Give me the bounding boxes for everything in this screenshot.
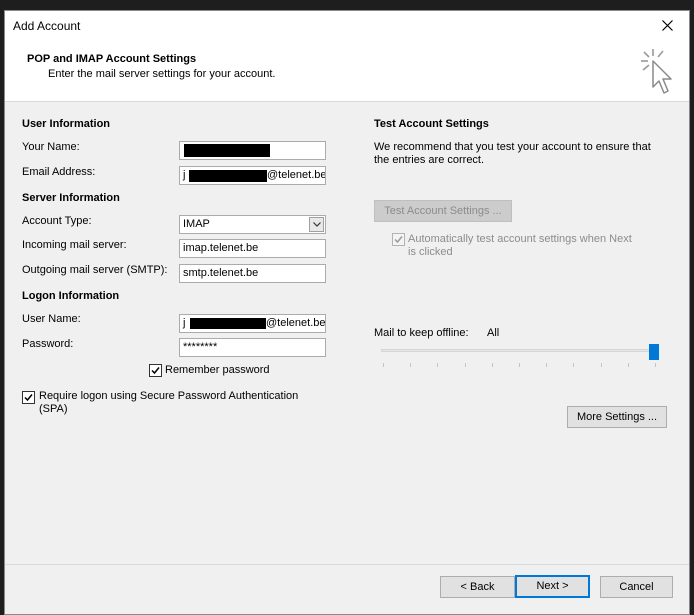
- email-address-label: Email Address:: [22, 166, 96, 178]
- close-button[interactable]: [645, 11, 689, 41]
- slider-tick: [492, 363, 493, 367]
- slider-tick: [465, 363, 466, 367]
- slider-tick: [655, 363, 656, 367]
- next-button[interactable]: Next >: [515, 575, 590, 598]
- slider-tick: [546, 363, 547, 367]
- add-account-dialog: Add Account POP and IMAP Account Setting…: [4, 10, 690, 615]
- slider-tick: [437, 363, 438, 367]
- slider-tick: [628, 363, 629, 367]
- outgoing-server-field[interactable]: smtp.telenet.be: [179, 264, 326, 283]
- more-settings-button[interactable]: More Settings ...: [567, 406, 667, 428]
- back-button[interactable]: < Back: [440, 576, 515, 598]
- user-information-heading: User Information: [22, 118, 111, 130]
- account-type-value: IMAP: [183, 218, 210, 230]
- your-name-label: Your Name:: [22, 141, 80, 153]
- username-suffix: @telenet.be: [266, 317, 326, 329]
- mail-offline-value: All: [487, 327, 500, 339]
- redaction-bar: [190, 318, 266, 329]
- your-name-field[interactable]: [179, 141, 326, 160]
- auto-test-label: Automatically test account settings when…: [408, 233, 632, 245]
- chevron-down-icon: [313, 222, 321, 227]
- auto-test-label-continued: is clicked: [408, 246, 453, 258]
- remember-password-checkbox[interactable]: [149, 364, 162, 377]
- email-suffix: @telenet.be: [267, 169, 326, 181]
- checkmark-icon: [151, 367, 160, 375]
- spa-label: Require logon using Secure Password Auth…: [39, 390, 299, 402]
- cancel-button[interactable]: Cancel: [600, 576, 673, 598]
- email-prefix: j: [183, 169, 186, 181]
- redaction-bar: [189, 170, 267, 182]
- password-field[interactable]: ********: [179, 338, 326, 357]
- test-description: We recommend that you test your account …: [374, 141, 651, 153]
- logon-information-heading: Logon Information: [22, 290, 120, 302]
- mail-offline-label: Mail to keep offline:: [374, 327, 469, 339]
- cursor-sparkle-icon: [641, 49, 672, 94]
- remember-password-label: Remember password: [165, 364, 270, 376]
- dropdown-button[interactable]: [309, 217, 324, 232]
- slider-tick: [383, 363, 384, 367]
- user-name-label: User Name:: [22, 313, 81, 325]
- checkmark-icon: [394, 236, 403, 244]
- title-bar: Add Account: [5, 11, 689, 41]
- password-label: Password:: [22, 338, 74, 350]
- test-account-settings-heading: Test Account Settings: [374, 118, 489, 130]
- close-icon: [662, 20, 673, 31]
- email-address-field[interactable]: j @telenet.be: [179, 166, 326, 185]
- checkmark-icon: [24, 394, 33, 402]
- window-title: Add Account: [13, 19, 81, 33]
- spa-checkbox[interactable]: [22, 391, 35, 404]
- spa-label-continued: (SPA): [39, 403, 68, 415]
- dialog-header: POP and IMAP Account Settings Enter the …: [5, 41, 689, 102]
- test-description-continued: the entries are correct.: [374, 154, 485, 166]
- auto-test-checkbox[interactable]: [392, 233, 405, 246]
- slider-tick: [601, 363, 602, 367]
- outgoing-server-label: Outgoing mail server (SMTP):: [22, 264, 168, 276]
- redaction-bar: [184, 144, 270, 157]
- footer-divider: [5, 564, 689, 565]
- incoming-server-label: Incoming mail server:: [22, 239, 127, 251]
- mail-offline-slider-thumb[interactable]: [649, 344, 659, 360]
- header-subtitle: Enter the mail server settings for your …: [48, 68, 276, 80]
- slider-tick: [519, 363, 520, 367]
- server-information-heading: Server Information: [22, 192, 120, 204]
- slider-tick: [410, 363, 411, 367]
- header-title: POP and IMAP Account Settings: [27, 53, 197, 65]
- user-name-field[interactable]: j @telenet.be: [179, 314, 326, 333]
- username-prefix: j: [183, 317, 186, 329]
- test-account-settings-button[interactable]: Test Account Settings ...: [374, 200, 512, 222]
- incoming-server-field[interactable]: imap.telenet.be: [179, 239, 326, 258]
- account-type-label: Account Type:: [22, 215, 92, 227]
- slider-tick: [573, 363, 574, 367]
- mail-offline-slider-track[interactable]: [381, 349, 657, 352]
- account-type-select[interactable]: IMAP: [179, 215, 326, 234]
